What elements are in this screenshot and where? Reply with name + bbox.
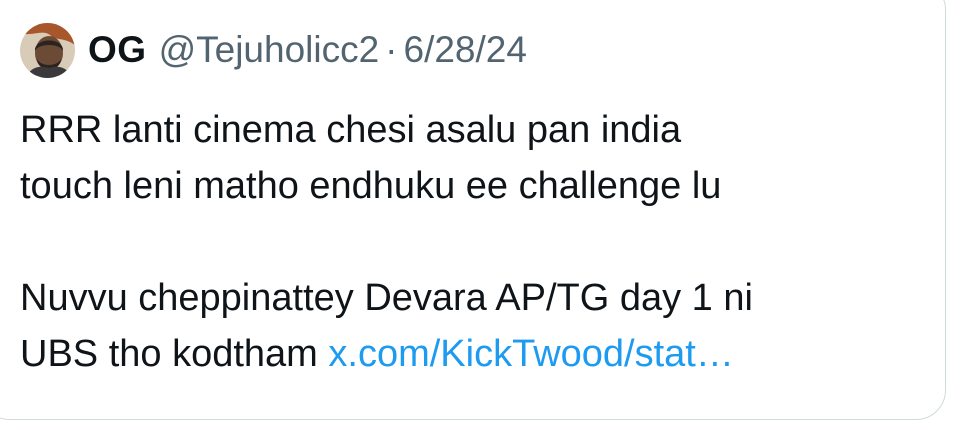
separator-dot: · <box>385 29 398 70</box>
tweet-date[interactable]: 6/28/24 <box>404 29 527 71</box>
tweet-header: OG @Tejuholicc2 · 6/28/24 <box>20 22 527 78</box>
avatar-image-icon <box>20 22 75 78</box>
tweet-line: touch leni matho endhuku ee challenge lu <box>20 165 722 207</box>
tweet-line: Nuvvu cheppinattey Devara AP/TG day 1 ni <box>20 277 753 319</box>
author-name[interactable]: OG <box>88 29 147 71</box>
tweet-line-with-link: UBS tho kodtham x.com/KickTwood/stat… <box>20 326 920 382</box>
tweet-text: RRR lanti cinema chesi asalu pan india t… <box>20 102 920 382</box>
user-avatar[interactable] <box>20 22 75 78</box>
tweet-line-text: UBS tho kodtham <box>20 333 329 375</box>
author-handle[interactable]: @Tejuholicc2 <box>159 29 380 71</box>
tweet-link[interactable]: x.com/KickTwood/stat… <box>328 333 733 375</box>
tweet-line: RRR lanti cinema chesi asalu pan india <box>20 109 682 151</box>
